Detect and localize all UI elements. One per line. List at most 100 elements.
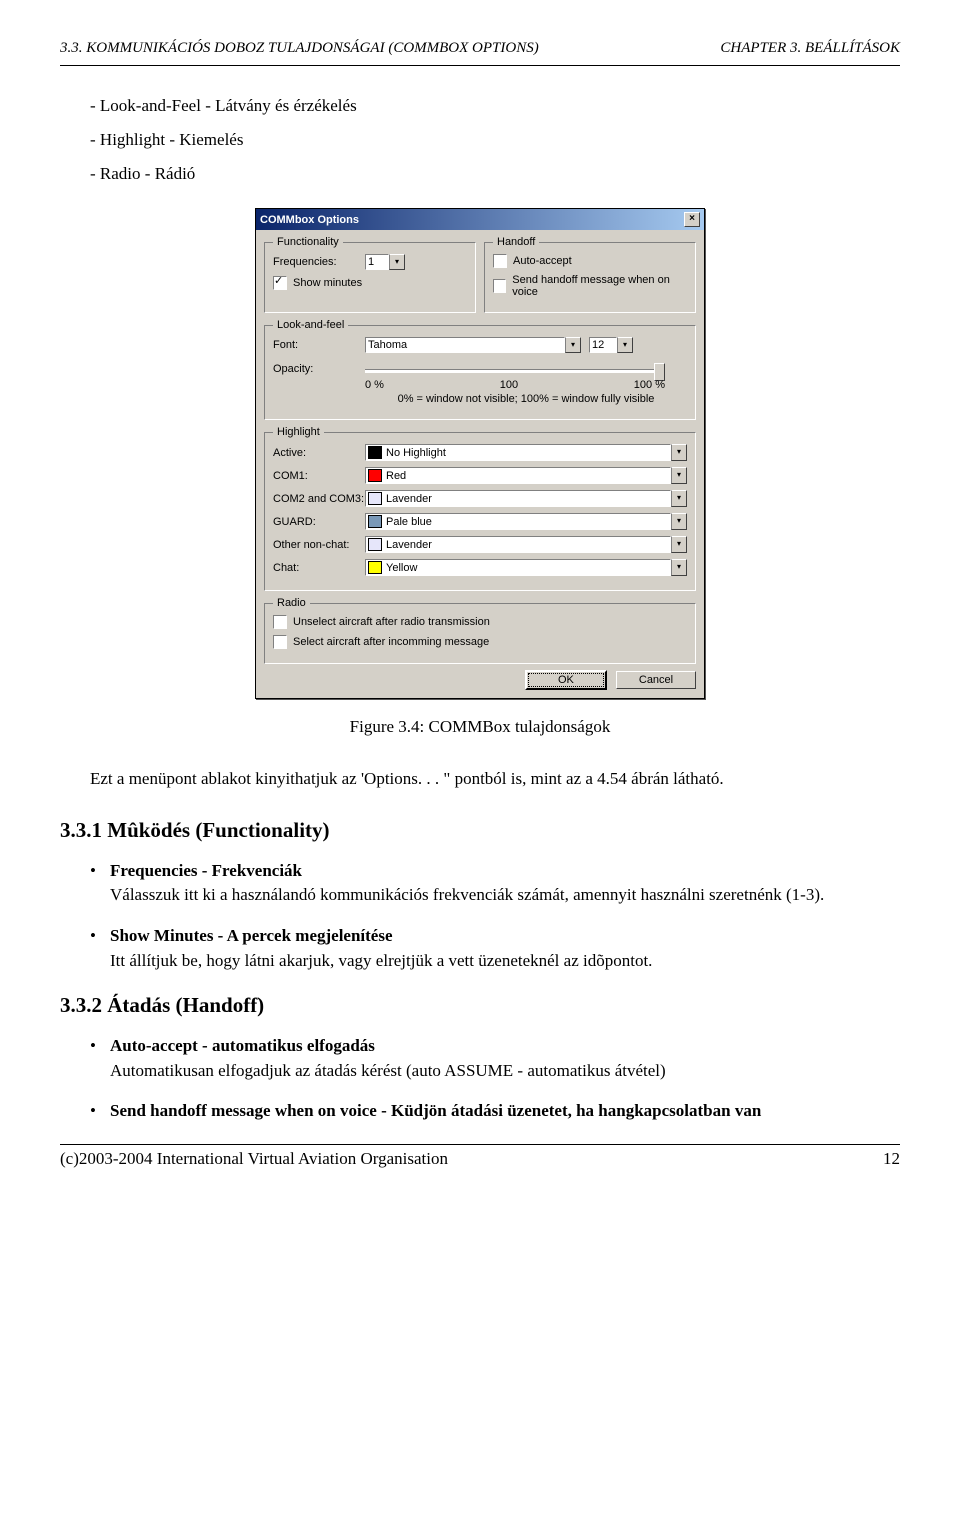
- highlight-select[interactable]: Lavender ▾: [365, 490, 687, 507]
- list-item: Send handoff message when on voice - Küd…: [90, 1099, 900, 1124]
- item-body: Itt állítjuk be, hogy látni akarjuk, vag…: [110, 951, 652, 970]
- group-legend: Radio: [273, 597, 310, 609]
- highlight-label: Chat:: [273, 562, 365, 574]
- highlight-select[interactable]: Yellow▾: [365, 559, 687, 576]
- list-item: Frequencies - Frekvenciák Válasszuk itt …: [90, 859, 900, 908]
- highlight-row: COM2 and COM3: Lavender ▾: [273, 490, 687, 507]
- highlight-label: COM2 and COM3:: [273, 493, 365, 505]
- chevron-down-icon: ▾: [617, 337, 633, 353]
- highlight-label: Other non-chat:: [273, 539, 365, 551]
- show-minutes-label: Show minutes: [293, 277, 362, 289]
- show-minutes-checkbox[interactable]: [273, 276, 287, 290]
- section-331-title: 3.3.1 Mûködés (Functionality): [60, 818, 900, 843]
- commbox-options-dialog: COMMbox Options × Functionality Frequenc…: [255, 208, 705, 699]
- auto-accept-checkbox[interactable]: [493, 254, 507, 268]
- group-legend: Look-and-feel: [273, 319, 348, 331]
- highlight-value: Lavender: [386, 539, 432, 551]
- highlight-value: Pale blue: [386, 516, 432, 528]
- highlight-label: COM1:: [273, 470, 365, 482]
- color-swatch: [368, 469, 382, 482]
- opacity-note: 0% = window not visible; 100% = window f…: [365, 393, 687, 405]
- header-left: 3.3. KOMMUNIKÁCIÓS DOBOZ TULAJDONSÁGAI (…: [60, 40, 539, 57]
- opacity-0-label: 0 %: [365, 379, 384, 391]
- header-right: CHAPTER 3. BEÁLLÍTÁSOK: [720, 40, 900, 57]
- section-332-title: 3.3.2 Átadás (Handoff): [60, 993, 900, 1018]
- font-label: Font:: [273, 339, 365, 351]
- send-handoff-label: Send handoff message when on voice: [512, 274, 687, 298]
- footer-page-number: 12: [883, 1149, 900, 1169]
- dialog-screenshot: COMMbox Options × Functionality Frequenc…: [60, 208, 900, 699]
- footer-left: (c)2003-2004 International Virtual Aviat…: [60, 1149, 448, 1169]
- footer-rule: [60, 1144, 900, 1145]
- group-functionality: Functionality Frequencies: 1 ▾ Show minu…: [264, 236, 476, 313]
- color-swatch: [368, 446, 382, 459]
- select-after-incoming-checkbox[interactable]: [273, 635, 287, 649]
- chevron-down-icon: ▾: [389, 254, 405, 270]
- font-size-value: 12: [589, 337, 617, 353]
- auto-accept-label: Auto-accept: [513, 255, 572, 267]
- send-handoff-checkbox[interactable]: [493, 279, 506, 293]
- item-head: Show Minutes - A percek megjelenítése: [110, 926, 393, 945]
- opacity-100-label: 100 %: [634, 379, 665, 391]
- highlight-select[interactable]: Red ▾: [365, 467, 687, 484]
- highlight-row: Active:No Highlight▾: [273, 444, 687, 461]
- dialog-titlebar[interactable]: COMMbox Options ×: [256, 209, 704, 230]
- group-handoff: Handoff Auto-accept Send handoff message…: [484, 236, 696, 313]
- section-331-list: Frequencies - Frekvenciák Válasszuk itt …: [90, 859, 900, 974]
- intro-list: Look-and-Feel - Látvány és érzékelés Hig…: [90, 96, 900, 184]
- item-body: Automatikusan elfogadjuk az átadás kérés…: [110, 1061, 666, 1080]
- highlight-row: Other non-chat: Lavender ▾: [273, 536, 687, 553]
- header-rule: [60, 65, 900, 66]
- chevron-down-icon: ▾: [671, 536, 687, 553]
- ok-button[interactable]: OK: [525, 670, 607, 690]
- intro-item: Highlight - Kiemelés: [90, 130, 900, 150]
- intro-item: Look-and-Feel - Látvány és érzékelés: [90, 96, 900, 116]
- color-swatch: [368, 515, 382, 528]
- chevron-down-icon: ▾: [671, 444, 687, 461]
- close-icon[interactable]: ×: [684, 212, 700, 227]
- group-legend: Highlight: [273, 426, 324, 438]
- slider-track: [365, 369, 665, 373]
- dialog-title: COMMbox Options: [260, 214, 359, 226]
- color-swatch: [368, 561, 382, 574]
- group-legend: Functionality: [273, 236, 343, 248]
- highlight-select[interactable]: Pale blue▾: [365, 513, 687, 530]
- chevron-down-icon: ▾: [671, 467, 687, 484]
- frequencies-select[interactable]: 1 ▾: [365, 254, 405, 270]
- item-head: Frequencies - Frekvenciák: [110, 861, 302, 880]
- item-head: Send handoff message when on voice - Küd…: [110, 1101, 761, 1120]
- figure-caption: Figure 3.4: COMMBox tulajdonságok: [60, 717, 900, 737]
- frequencies-value: 1: [365, 254, 389, 270]
- highlight-select[interactable]: No Highlight ▾: [365, 444, 687, 461]
- highlight-row: Chat:Yellow▾: [273, 559, 687, 576]
- chevron-down-icon: ▾: [671, 559, 687, 576]
- group-radio: Radio Unselect aircraft after radio tran…: [264, 597, 696, 664]
- highlight-row: GUARD:Pale blue▾: [273, 513, 687, 530]
- body-paragraph: Ezt a menüpont ablakot kinyithatjuk az '…: [90, 767, 900, 792]
- font-select[interactable]: Tahoma ▾: [365, 337, 581, 353]
- highlight-select[interactable]: Lavender ▾: [365, 536, 687, 553]
- item-body: Válasszuk itt ki a használandó kommuniká…: [110, 885, 824, 904]
- chevron-down-icon: ▾: [565, 337, 581, 353]
- list-item: Show Minutes - A percek megjelenítése It…: [90, 924, 900, 973]
- opacity-slider[interactable]: 0 % 100 100 %: [365, 363, 665, 391]
- opacity-mid-label: 100: [500, 379, 518, 391]
- highlight-label: GUARD:: [273, 516, 365, 528]
- unselect-after-tx-checkbox[interactable]: [273, 615, 287, 629]
- frequencies-label: Frequencies:: [273, 256, 365, 268]
- highlight-value: No Highlight: [386, 447, 446, 459]
- chevron-down-icon: ▾: [671, 490, 687, 507]
- highlight-value: Red: [386, 470, 406, 482]
- page-header: 3.3. KOMMUNIKÁCIÓS DOBOZ TULAJDONSÁGAI (…: [60, 40, 900, 57]
- opacity-label: Opacity:: [273, 363, 365, 375]
- section-332-list: Auto-accept - automatikus elfogadás Auto…: [90, 1034, 900, 1124]
- font-size-select[interactable]: 12 ▾: [589, 337, 633, 353]
- page-footer: (c)2003-2004 International Virtual Aviat…: [60, 1149, 900, 1169]
- font-value: Tahoma: [365, 337, 565, 353]
- group-legend: Handoff: [493, 236, 539, 248]
- cancel-button[interactable]: Cancel: [616, 671, 696, 689]
- group-highlight: Highlight Active:No Highlight▾COM1:Red▾C…: [264, 426, 696, 591]
- highlight-value: Lavender: [386, 493, 432, 505]
- highlight-row: COM1: Red ▾: [273, 467, 687, 484]
- group-look-and-feel: Look-and-feel Font: Tahoma ▾ 12 ▾ Opacit…: [264, 319, 696, 420]
